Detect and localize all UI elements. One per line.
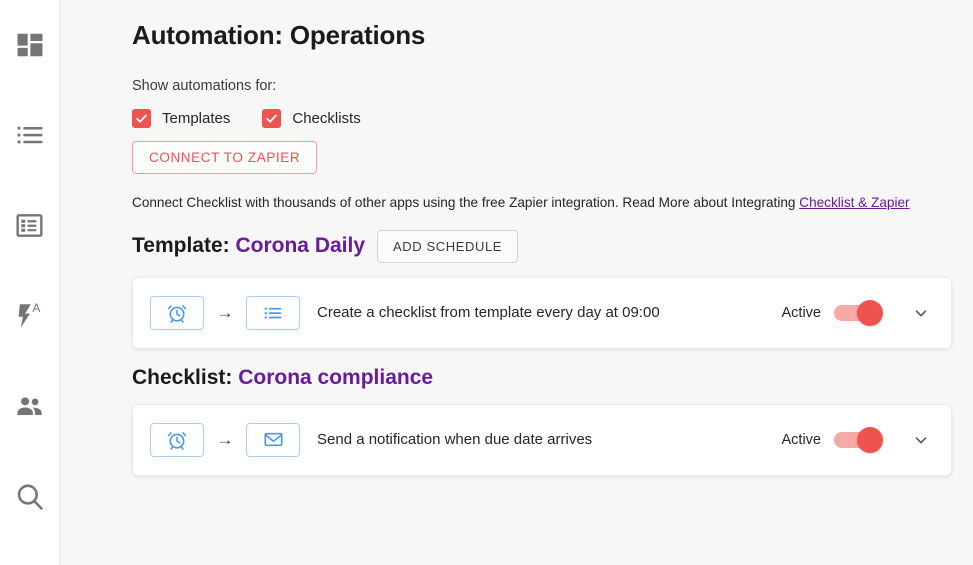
add-schedule-button[interactable]: ADD SCHEDULE xyxy=(377,229,519,263)
envelope-icon xyxy=(263,429,284,450)
connect-to-zapier-button[interactable]: CONNECT TO ZAPIER xyxy=(132,141,318,174)
left-sidebar: A xyxy=(0,0,60,565)
dashboard-grid-icon xyxy=(15,30,45,60)
section-title-checklist: Checklist: Corona compliance xyxy=(132,366,433,390)
checkmark-icon xyxy=(132,109,151,128)
filter-label: Show automations for: xyxy=(132,78,277,94)
toggle-knob xyxy=(857,299,883,326)
status-label: Active xyxy=(781,304,822,321)
sidebar-item-automation[interactable]: A xyxy=(0,294,60,340)
trigger-icon-box[interactable] xyxy=(150,422,204,457)
alarm-clock-icon xyxy=(166,302,188,324)
section-header-template: Template: Corona Daily ADD SCHEDULE xyxy=(132,229,953,263)
automation-row: → Create a checklist from template every… xyxy=(132,276,952,349)
list-icon xyxy=(263,303,283,323)
sidebar-item-team[interactable] xyxy=(0,384,60,430)
section-prefix: Checklist: xyxy=(132,365,233,389)
section-name: Corona compliance xyxy=(238,365,434,389)
expand-row-button[interactable] xyxy=(908,304,934,322)
sidebar-item-lists[interactable] xyxy=(0,113,60,159)
filter-checkbox-row: Templates Checklists xyxy=(132,109,953,128)
sidebar-item-checklists[interactable] xyxy=(0,203,60,249)
checkbox-checklists[interactable]: Checklists xyxy=(262,109,361,128)
search-icon xyxy=(14,481,46,513)
trigger-icon-box[interactable] xyxy=(150,295,204,330)
chevron-down-icon xyxy=(912,431,930,449)
section-title-template: Template: Corona Daily xyxy=(132,234,365,258)
sidebar-item-search[interactable] xyxy=(0,475,60,521)
list-icon xyxy=(15,120,45,150)
expand-row-button[interactable] xyxy=(908,431,934,449)
automation-bolt-a-icon: A xyxy=(14,301,45,332)
automation-row: → Send a notification when due date arri… xyxy=(132,403,952,476)
status-label: Active xyxy=(781,431,822,448)
app-root: A Automation: Operations Show automation… xyxy=(0,0,973,565)
checkbox-checklists-label: Checklists xyxy=(292,110,361,127)
zapier-intro-text: Connect Checklist with thousands of othe… xyxy=(132,194,953,212)
automation-description: Send a notification when due date arrive… xyxy=(317,431,593,449)
toggle-knob xyxy=(857,426,883,453)
checkmark-icon xyxy=(262,109,282,128)
checklist-card-icon xyxy=(15,211,44,240)
enable-toggle[interactable] xyxy=(834,426,883,453)
enable-toggle[interactable] xyxy=(834,299,883,326)
chevron-down-icon xyxy=(912,304,930,322)
automation-description: Create a checklist from template every d… xyxy=(317,304,660,322)
checklist-zapier-link[interactable]: Checklist & Zapier xyxy=(799,195,909,210)
section-name: Corona Daily xyxy=(235,234,366,258)
section-prefix: Template: xyxy=(132,234,230,258)
main-content: Automation: Operations Show automations … xyxy=(60,0,973,565)
flow-arrow: → xyxy=(216,303,234,323)
alarm-clock-icon xyxy=(166,429,188,451)
checkbox-templates-label: Templates xyxy=(162,110,231,127)
page-title: Automation: Operations xyxy=(132,20,426,50)
people-icon xyxy=(14,391,45,422)
checkbox-templates[interactable]: Templates xyxy=(132,109,230,128)
section-header-checklist: Checklist: Corona compliance xyxy=(132,366,953,390)
svg-text:A: A xyxy=(32,301,40,315)
sidebar-item-dashboard[interactable] xyxy=(0,22,60,68)
zapier-intro-sentence: Connect Checklist with thousands of othe… xyxy=(132,195,800,210)
action-icon-box[interactable] xyxy=(246,422,300,457)
action-icon-box[interactable] xyxy=(246,295,300,330)
flow-arrow: → xyxy=(216,430,234,450)
